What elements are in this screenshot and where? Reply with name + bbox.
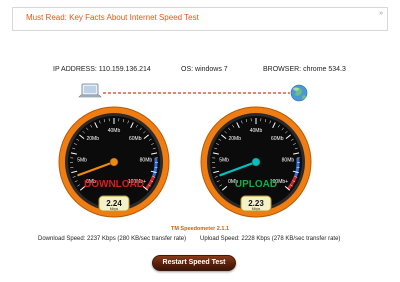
os-info: OS: windows 7 [181, 66, 228, 73]
connection-graphic [78, 83, 308, 102]
gauge-tick-label: 40Mb [250, 128, 263, 134]
download-speed-stat: Download Speed: 2237 Kbps (280 KB/sec tr… [38, 236, 187, 242]
download-speedometer: 0Mb5Mb20Mb40Mb60Mb80Mb100Mb+DOWNLOAD2.24… [58, 106, 170, 218]
gauge-needle-hub [109, 157, 119, 167]
upload-speedometer: 0Mb5Mb20Mb40Mb60Mb80Mb100Mb+UPLOAD2.23Mb… [200, 106, 312, 218]
ip-address-value: 110.159.136.214 [98, 66, 151, 73]
upload-speed-unit: Mbps [252, 207, 261, 211]
gauge-tick-label: 40Mb [108, 128, 121, 134]
gauge-tick-label: 60Mb [129, 136, 142, 142]
os-label: OS: [181, 66, 194, 73]
gauge-needle-hub [251, 157, 261, 167]
upload-gauge-title: UPLOAD [235, 179, 277, 190]
speedometer-version-title: TM Speedometer 2.1.1 [170, 226, 230, 232]
gauge-tick-label: 80Mb [140, 157, 153, 163]
gauge-tick-label: 20Mb [86, 136, 99, 142]
browser-label: BROWSER: [263, 66, 302, 73]
gauge-tick-label: 5Mb [219, 157, 229, 163]
os-value: windows 7 [195, 66, 228, 73]
gauge-tick-label: 80Mb [282, 157, 295, 163]
restart-speed-test-button[interactable]: Restart Speed Test [152, 255, 236, 271]
double-chevron-right-icon: » [379, 10, 383, 17]
upload-speed-stat: Upload Speed: 2228 Kbps (278 KB/sec tran… [200, 236, 341, 242]
ip-address-label: IP ADDRESS: [53, 66, 97, 73]
browser-info: BROWSER: chrome 534.3 [263, 66, 346, 73]
promo-banner-link[interactable]: Must Read: Key Facts About Internet Spee… [26, 13, 199, 22]
globe-icon [290, 84, 308, 102]
promo-banner[interactable]: Must Read: Key Facts About Internet Spee… [12, 7, 388, 31]
gauge-tick-label: 60Mb [271, 136, 284, 142]
laptop-icon [78, 83, 102, 98]
browser-value: chrome 534.3 [303, 66, 346, 73]
download-speed-unit: Mbps [110, 207, 119, 211]
gauge-tick-label: 5Mb [77, 157, 87, 163]
gauge-tick-label: 20Mb [228, 136, 241, 142]
download-gauge-title: DOWNLOAD [84, 179, 144, 190]
ip-address-info: IP ADDRESS: 110.159.136.214 [53, 66, 151, 73]
